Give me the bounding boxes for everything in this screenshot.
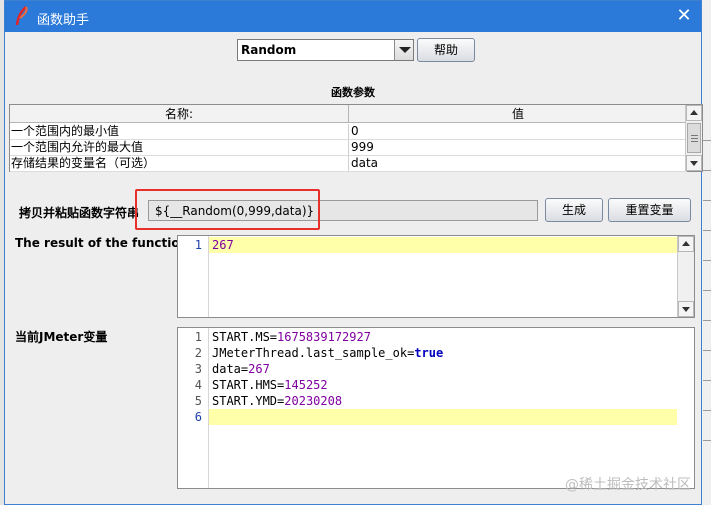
line-number: 5 (194, 394, 202, 408)
param-value-cell[interactable]: data (351, 156, 685, 171)
variables-text-area[interactable]: START.MS=1675839172927 1 JMeterThread.la… (177, 327, 695, 489)
param-name-cell[interactable]: 存储结果的变量名（可选） (11, 156, 349, 171)
param-name-cell[interactable]: 一个范围内的最小值 (11, 124, 349, 139)
code-line: 267 (209, 237, 677, 253)
result-text-area[interactable]: 267 1 (177, 235, 695, 318)
function-select[interactable]: Random (237, 39, 414, 61)
watermark: @稀土掘金技术社区 (565, 477, 691, 493)
line-number: 4 (194, 378, 202, 392)
line-number: 6 (194, 410, 202, 424)
result-scrollbar[interactable] (677, 236, 694, 317)
result-value: 267 (212, 238, 234, 252)
line-number: 1 (194, 238, 202, 252)
column-header-name[interactable]: 名称: (10, 105, 349, 123)
result-label: The result of the function is (15, 236, 204, 250)
table-row[interactable]: 一个范围内的最小值 0 (10, 124, 687, 140)
copy-paste-label: 拷贝并粘贴函数字符串 (19, 206, 140, 220)
params-table-header: 名称: 值 (10, 105, 687, 123)
code-line: START.MS=1675839172927 (212, 330, 371, 344)
title-bar[interactable]: 函数助手 ✕ (5, 1, 701, 32)
param-name-cell[interactable]: 一个范围内允许的最大值 (11, 140, 349, 155)
code-line: data=267 (212, 362, 270, 376)
generate-button[interactable]: 生成 (545, 198, 603, 222)
code-line-current (209, 409, 677, 425)
variable-value: 267 (248, 362, 270, 376)
variable-value: true (414, 346, 444, 360)
params-section-title: 函数参数 (331, 86, 375, 99)
scroll-up-arrow-icon[interactable] (686, 105, 702, 121)
code-line: JMeterThread.last_sample_ok=true (212, 346, 444, 360)
code-line: START.HMS=145252 (212, 378, 328, 392)
table-row[interactable]: 存储结果的变量名（可选） data (10, 156, 687, 172)
line-number: 1 (194, 330, 202, 344)
table-row[interactable]: 一个范围内允许的最大值 999 (10, 140, 687, 156)
jmeter-variables-label: 当前JMeter变量 (15, 330, 108, 344)
params-scrollbar[interactable] (685, 105, 702, 171)
code-line: START.YMD=20230208 (212, 394, 343, 408)
params-table: 名称: 值 一个范围内的最小值 0 一个范围内允许的最大值 999 存储结果的变… (9, 104, 703, 172)
variable-key: data (212, 362, 241, 376)
scrollbar-thumb[interactable] (687, 123, 701, 153)
variable-value: 1675839172927 (277, 330, 371, 344)
scroll-up-arrow-icon[interactable] (678, 236, 694, 252)
reset-variables-button[interactable]: 重置变量 (608, 198, 691, 222)
variable-key: START.YMD (212, 394, 278, 408)
chevron-down-icon[interactable] (394, 40, 413, 60)
line-number: 2 (194, 346, 202, 360)
variable-key: JMeterThread.last_sample_ok (212, 346, 408, 360)
variable-key: START.HMS (212, 378, 278, 392)
variable-value: 145252 (284, 378, 328, 392)
red-highlight-box (135, 189, 320, 230)
close-icon: ✕ (676, 5, 692, 26)
column-header-value[interactable]: 值 (349, 105, 687, 123)
help-button[interactable]: 帮助 (417, 38, 475, 62)
scroll-down-arrow-icon[interactable] (678, 301, 694, 317)
variable-value: 20230208 (284, 394, 343, 408)
param-value-cell[interactable]: 999 (351, 140, 685, 155)
function-helper-dialog: 函数助手 ✕ Random 帮助 函数参数 名称: 值 一个范围内的最小值 0 … (4, 0, 703, 505)
window-title: 函数助手 (37, 13, 90, 28)
function-select-value: Random (241, 43, 297, 57)
variable-key: START.MS (212, 330, 270, 344)
scroll-down-arrow-icon[interactable] (686, 155, 702, 171)
jmeter-feather-icon (13, 6, 31, 26)
param-value-cell[interactable]: 0 (351, 124, 685, 139)
close-button[interactable]: ✕ (667, 1, 701, 32)
line-number: 3 (194, 362, 202, 376)
